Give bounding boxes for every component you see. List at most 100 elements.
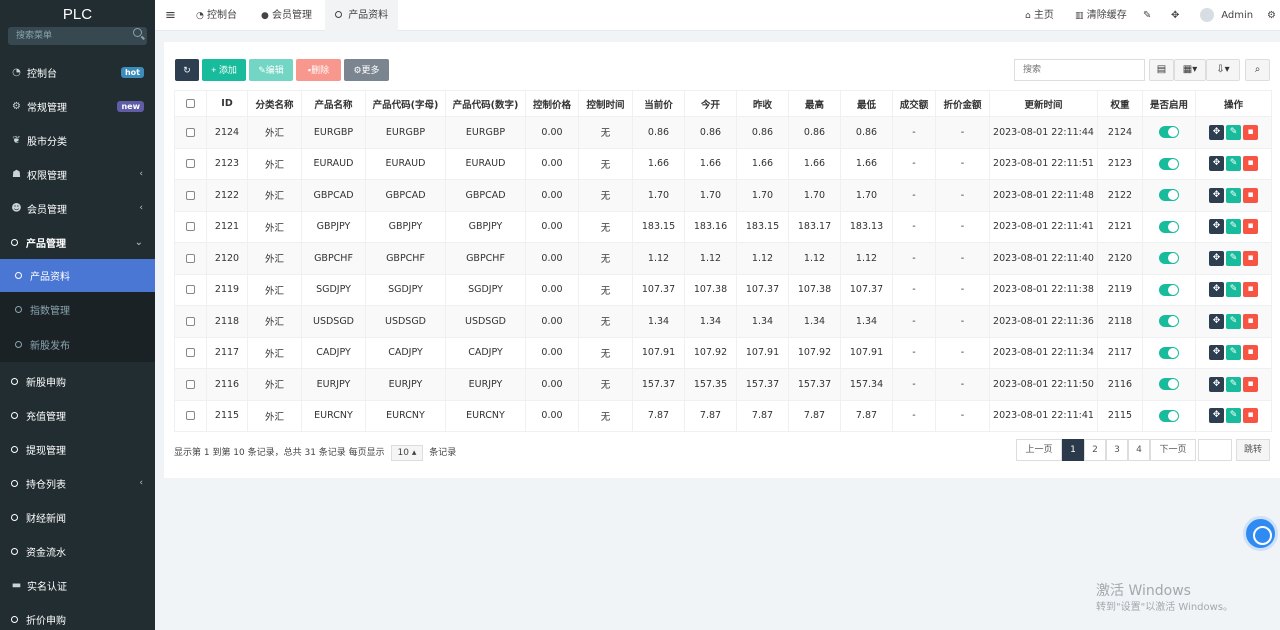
home-link[interactable]: ⌂ 主页	[1025, 0, 1054, 31]
enabled-toggle[interactable]	[1159, 409, 1179, 422]
delete-trash-icon[interactable]: ▪	[1243, 124, 1258, 140]
drag-move-icon[interactable]: ✥	[1209, 313, 1224, 329]
sidebar-item-products[interactable]: 产品管理 ⌄	[0, 225, 155, 259]
settings-gear-icon[interactable]: ⚙	[1267, 0, 1276, 31]
column-header[interactable]: 产品名称	[301, 90, 366, 117]
fullscreen-icon[interactable]: ✥	[1171, 0, 1179, 31]
edit-pencil-icon[interactable]: ✎	[1226, 187, 1241, 203]
column-header[interactable]: 昨收	[736, 90, 789, 117]
sidebar-item-fund-flow[interactable]: 资金流水	[0, 534, 155, 568]
tab-members[interactable]: ● 会员管理	[261, 0, 312, 31]
drag-move-icon[interactable]: ✥	[1209, 282, 1224, 298]
page-3-button[interactable]: 3	[1106, 439, 1128, 461]
column-header[interactable]: 当前价	[632, 90, 685, 117]
delete-trash-icon[interactable]: ▪	[1243, 313, 1258, 329]
menu-toggle-icon[interactable]: ≡	[165, 0, 176, 31]
column-header[interactable]: 成交额	[892, 90, 936, 117]
page-4-button[interactable]: 4	[1128, 439, 1150, 461]
enabled-toggle[interactable]	[1159, 283, 1179, 296]
enabled-toggle[interactable]	[1159, 315, 1179, 328]
enabled-toggle[interactable]	[1159, 252, 1179, 265]
column-header[interactable]: 是否启用	[1142, 90, 1196, 117]
sidebar-item-product-info[interactable]: 产品资料	[0, 259, 155, 292]
sidebar-item-general[interactable]: ⚙ 常规管理 new	[0, 89, 155, 123]
toggle-view-icon[interactable]: ▤	[1149, 59, 1174, 81]
column-header[interactable]: 产品代码(数字)	[445, 90, 526, 117]
delete-trash-icon[interactable]: ▪	[1243, 250, 1258, 266]
edit-pencil-icon[interactable]: ✎	[1226, 345, 1241, 361]
next-page-button[interactable]: 下一页	[1150, 439, 1196, 461]
edit-pencil-icon[interactable]: ✎	[1226, 124, 1241, 140]
sidebar-item-news[interactable]: 财经新闻	[0, 500, 155, 534]
row-select[interactable]	[174, 399, 207, 432]
app-logo[interactable]: PLC	[0, 0, 155, 30]
page-2-button[interactable]: 2	[1084, 439, 1106, 461]
tab-dashboard[interactable]: ◔ 控制台	[196, 0, 237, 31]
column-header[interactable]: 更新时间	[989, 90, 1098, 117]
enabled-toggle[interactable]	[1159, 220, 1179, 233]
user-menu[interactable]: Admin	[1200, 0, 1253, 31]
enabled-toggle[interactable]	[1159, 126, 1179, 139]
tab-product-info[interactable]: 产品资料	[325, 0, 399, 31]
sidebar-item-index[interactable]: 指数管理	[0, 292, 155, 326]
enabled-toggle[interactable]	[1159, 157, 1179, 170]
drag-move-icon[interactable]: ✥	[1209, 408, 1224, 424]
edit-pencil-icon[interactable]: ✎	[1226, 376, 1241, 392]
drag-move-icon[interactable]: ✥	[1209, 124, 1224, 140]
column-header[interactable]: 今开	[684, 90, 737, 117]
row-checkbox[interactable]	[186, 127, 195, 137]
sidebar-item-ipo-subscribe[interactable]: 新股申购	[0, 364, 155, 398]
sidebar-item-permissions[interactable]: ☗ 权限管理 ‹	[0, 157, 155, 191]
row-checkbox[interactable]	[186, 190, 195, 200]
drag-move-icon[interactable]: ✥	[1209, 345, 1224, 361]
select-all-header[interactable]	[174, 90, 207, 117]
column-header[interactable]: 控制时间	[578, 90, 633, 117]
delete-trash-icon[interactable]: ▪	[1243, 408, 1258, 424]
row-select[interactable]	[174, 116, 207, 149]
add-button[interactable]: + 添加	[202, 59, 246, 81]
edit-pencil-icon[interactable]: ✎	[1226, 408, 1241, 424]
search-icon[interactable]	[133, 28, 142, 37]
row-checkbox[interactable]	[186, 379, 195, 389]
row-select[interactable]	[174, 242, 207, 275]
search-icon[interactable]: ⌕	[1245, 59, 1270, 81]
sidebar-item-dashboard[interactable]: ◔ 控制台 hot	[0, 55, 155, 89]
table-search-input[interactable]	[1014, 59, 1145, 81]
row-checkbox[interactable]	[186, 222, 195, 232]
enabled-toggle[interactable]	[1159, 189, 1179, 202]
delete-trash-icon[interactable]: ▪	[1243, 345, 1258, 361]
column-header[interactable]: 最高	[788, 90, 841, 117]
drag-move-icon[interactable]: ✥	[1209, 156, 1224, 172]
more-button[interactable]: ⚙更多	[344, 59, 389, 81]
row-select[interactable]	[174, 210, 207, 243]
row-checkbox[interactable]	[186, 253, 195, 263]
delete-trash-icon[interactable]: ▪	[1243, 187, 1258, 203]
columns-icon[interactable]: ▦▾	[1174, 59, 1206, 81]
edit-pencil-icon[interactable]: ✎	[1226, 250, 1241, 266]
enabled-toggle[interactable]	[1159, 346, 1179, 359]
row-select[interactable]	[174, 273, 207, 306]
column-header[interactable]: 折价金额	[935, 90, 990, 117]
prev-page-button[interactable]: 上一页	[1016, 439, 1062, 461]
select-all-checkbox[interactable]	[186, 99, 195, 108]
drag-move-icon[interactable]: ✥	[1209, 219, 1224, 235]
edit-pencil-icon[interactable]: ✎	[1226, 219, 1241, 235]
column-header[interactable]: 分类名称	[247, 90, 302, 117]
page-1-button[interactable]: 1	[1062, 439, 1084, 461]
row-select[interactable]	[174, 368, 207, 401]
sidebar-search-input[interactable]	[8, 27, 147, 44]
column-header[interactable]: 控制价格	[525, 90, 579, 117]
sidebar-item-recharge[interactable]: 充值管理	[0, 398, 155, 432]
page-size-select[interactable]: 10 ▴	[390, 445, 424, 461]
sidebar-item-positions[interactable]: 持仓列表 ‹	[0, 466, 155, 500]
drag-move-icon[interactable]: ✥	[1209, 250, 1224, 266]
sidebar-item-withdraw[interactable]: 提现管理	[0, 432, 155, 466]
drag-move-icon[interactable]: ✥	[1209, 187, 1224, 203]
delete-button[interactable]: ▪删除	[296, 59, 341, 81]
edit-pencil-icon[interactable]: ✎	[1226, 156, 1241, 172]
row-select[interactable]	[174, 147, 207, 180]
language-icon[interactable]: ✎	[1143, 0, 1151, 31]
sidebar-item-discount[interactable]: 折价申购	[0, 602, 155, 630]
export-icon[interactable]: ⇩▾	[1206, 59, 1240, 81]
row-select[interactable]	[174, 179, 207, 212]
